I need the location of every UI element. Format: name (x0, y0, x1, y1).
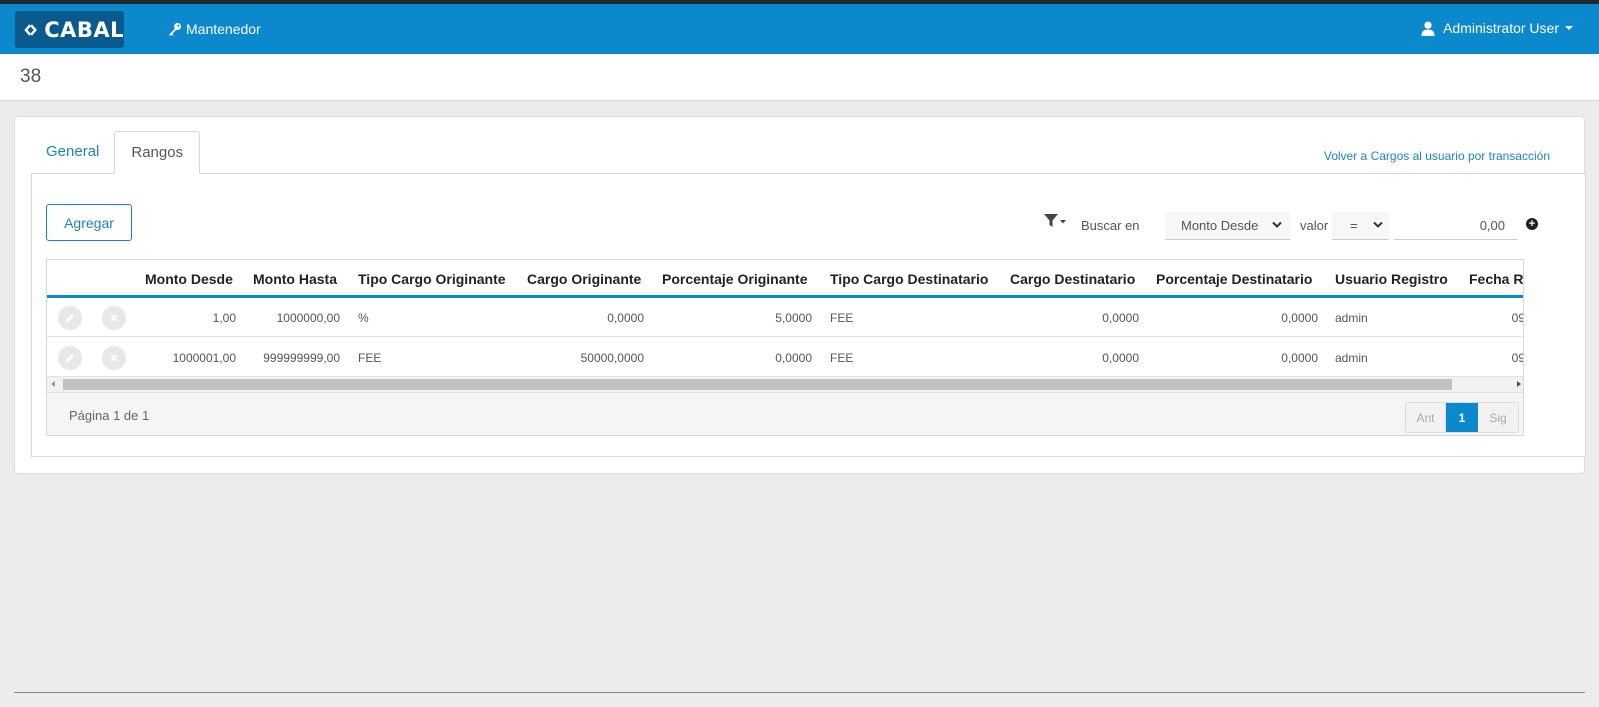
footer-divider (14, 692, 1585, 693)
logo[interactable]: CABAL (15, 11, 124, 48)
column-header[interactable]: Fecha R (1469, 271, 1523, 287)
close-icon (110, 314, 118, 322)
key-icon (169, 23, 181, 36)
cell-porcentaje-destinatario: 0,0000 (1281, 311, 1318, 325)
logo-text: CABAL (44, 17, 124, 42)
cell-monto-hasta: 999999999,00 (263, 351, 340, 365)
tab-rangos[interactable]: Rangos (114, 131, 201, 174)
column-header[interactable]: Usuario Registro (1335, 271, 1448, 287)
page-info: Página 1 de 1 (69, 408, 150, 423)
cell-usuario-registro: admin (1335, 311, 1368, 325)
cell-fecha-registro: 09 (1511, 311, 1524, 325)
column-header[interactable]: Cargo Originante (527, 271, 641, 287)
current-page-button[interactable]: 1 (1446, 403, 1478, 432)
search-in-label: Buscar en (1081, 218, 1140, 233)
add-filter-icon[interactable]: + (1526, 218, 1538, 230)
edit-button[interactable] (58, 306, 82, 330)
pencil-icon (66, 314, 74, 322)
page-title: 38 (20, 66, 42, 87)
cell-porcentaje-originante: 0,0000 (775, 351, 812, 365)
navbar: CABAL Mantenedor Administrator User (0, 4, 1599, 54)
user-menu[interactable]: Administrator User (1421, 20, 1573, 36)
chevron-down-icon (1272, 221, 1282, 228)
column-header[interactable]: Porcentaje Originante (662, 271, 807, 287)
cell-cargo-destinatario: 0,0000 (1102, 311, 1139, 325)
tab-bar: General Rangos (31, 131, 201, 174)
horizontal-scrollbar[interactable] (47, 377, 1523, 392)
scroll-right-icon[interactable] (1517, 381, 1521, 387)
chevron-down-icon (1373, 221, 1383, 228)
cell-tipo-cargo-originante: % (358, 311, 369, 325)
column-header[interactable]: Monto Hasta (253, 271, 337, 287)
cell-monto-desde: 1000001,00 (172, 351, 236, 365)
cell-porcentaje-destinatario: 0,0000 (1281, 351, 1318, 365)
search-field-value: Monto Desde (1181, 218, 1259, 233)
user-icon (1421, 21, 1435, 36)
scrollbar-thumb[interactable] (63, 379, 1452, 390)
column-header[interactable]: Tipo Cargo Destinatario (830, 271, 988, 287)
cell-usuario-registro: admin (1335, 351, 1368, 365)
value-label: valor (1300, 218, 1329, 233)
scroll-left-icon[interactable] (51, 381, 55, 387)
table-row: 1,00 1000000,00 % 0,0000 5,0000 FEE 0,00… (47, 298, 1524, 337)
cell-porcentaje-originante: 5,0000 (775, 311, 812, 325)
column-header[interactable]: Cargo Destinatario (1010, 271, 1135, 287)
prev-page-button[interactable]: Ant (1406, 403, 1446, 432)
back-to-charges-link[interactable]: Volver a Cargos al usuario por transacci… (1324, 149, 1550, 163)
cell-fecha-registro: 09 (1511, 351, 1524, 365)
cell-tipo-cargo-originante: FEE (358, 351, 382, 365)
operator-value: = (1350, 218, 1358, 233)
nav-mantenedor[interactable]: Mantenedor (168, 21, 261, 37)
close-icon (110, 354, 118, 362)
delete-button[interactable] (102, 346, 126, 370)
cabal-logo-icon (24, 23, 37, 36)
filter-value-input[interactable] (1394, 212, 1517, 240)
ranges-table: Monto Desde Monto Hasta Tipo Cargo Origi… (46, 259, 1524, 436)
table-footer: Página 1 de 1 Ant 1 Sig (47, 392, 1523, 435)
tab-panel-rangos: Agregar Buscar en Monto Desde valor = + … (31, 173, 1586, 457)
pagination: Ant 1 Sig (1405, 402, 1519, 433)
filter-toggle[interactable] (1044, 214, 1066, 228)
chevron-down-icon (1565, 26, 1573, 30)
cell-cargo-destinatario: 0,0000 (1102, 351, 1139, 365)
cell-cargo-originante: 0,0000 (607, 311, 644, 325)
tab-general[interactable]: General (31, 131, 114, 174)
user-name: Administrator User (1443, 20, 1559, 36)
column-header[interactable]: Porcentaje Destinatario (1156, 271, 1312, 287)
nav-mantenedor-label: Mantenedor (186, 21, 261, 37)
filter-icon (1044, 214, 1066, 227)
table-row: 1000001,00 999999999,00 FEE 50000,0000 0… (47, 338, 1524, 377)
cell-tipo-cargo-destinatario: FEE (830, 351, 854, 365)
delete-button[interactable] (102, 306, 126, 330)
pencil-icon (66, 354, 74, 362)
operator-select[interactable]: = (1332, 212, 1389, 240)
column-header[interactable]: Monto Desde (145, 271, 233, 287)
next-page-button[interactable]: Sig (1478, 403, 1518, 432)
add-button[interactable]: Agregar (46, 204, 132, 241)
cell-monto-desde: 1,00 (212, 311, 236, 325)
search-field-select[interactable]: Monto Desde (1165, 212, 1290, 240)
content-card: General Rangos Volver a Cargos al usuari… (14, 116, 1586, 474)
title-bar: 38 (0, 54, 1599, 101)
table-header: Monto Desde Monto Hasta Tipo Cargo Origi… (47, 260, 1523, 298)
edit-button[interactable] (58, 346, 82, 370)
cell-tipo-cargo-destinatario: FEE (830, 311, 854, 325)
column-header[interactable]: Tipo Cargo Originante (358, 271, 506, 287)
cell-monto-hasta: 1000000,00 (276, 311, 340, 325)
cell-cargo-originante: 50000,0000 (580, 351, 644, 365)
